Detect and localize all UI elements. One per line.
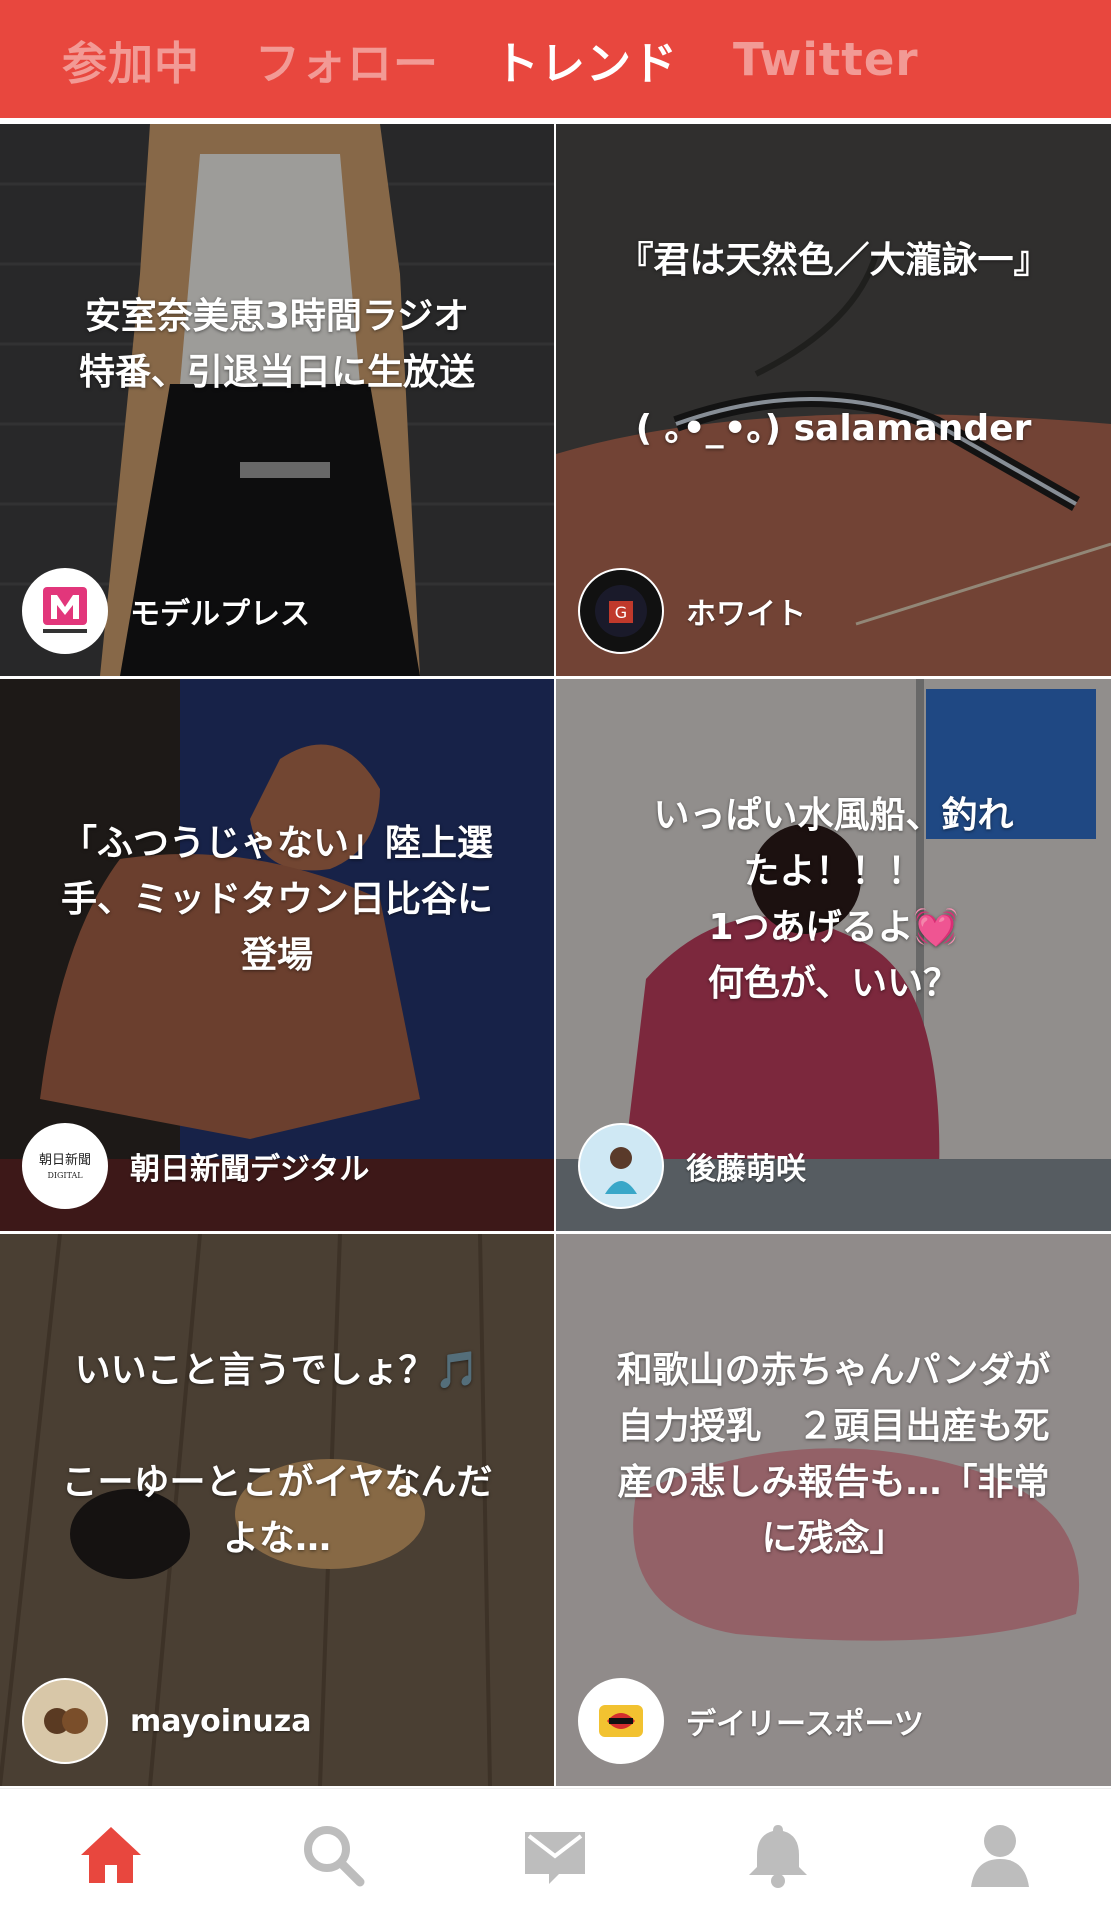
- card-title: いっぱい水風船、釣れ たよ！！！ 1つあげるよ💓 何色が、いい？: [653, 795, 1014, 1004]
- bottom-nav-bar: [0, 1788, 1111, 1920]
- card-source[interactable]: モデルプレス: [22, 568, 310, 654]
- card-title: 安室奈美恵3時間ラジオ 特番、引退当日に生放送: [78, 296, 475, 393]
- svg-text:G: G: [615, 603, 627, 622]
- user-avatar-icon: [578, 1123, 664, 1209]
- top-tab-bar: 参加中 フォロー トレンド Twitter: [0, 0, 1111, 118]
- source-name: 後藤萌咲: [686, 1152, 806, 1187]
- trend-card[interactable]: 『君は天然色／大瀧詠一』 ( ｡•_•｡) salamander G ホワイト: [556, 124, 1111, 676]
- source-name: デイリースポーツ: [686, 1707, 924, 1742]
- source-name: モデルプレス: [130, 597, 310, 632]
- card-source[interactable]: mayoinuza: [22, 1678, 311, 1764]
- nav-search[interactable]: [288, 1810, 378, 1900]
- tab-participating[interactable]: 参加中: [62, 27, 200, 92]
- card-source[interactable]: 朝日新聞 DIGITAL 朝日新聞デジタル: [22, 1123, 369, 1209]
- card-title: 『君は天然色／大瀧詠一』 ( ｡•_•｡) salamander: [617, 240, 1050, 449]
- trend-card[interactable]: いっぱい水風船、釣れ たよ！！！ 1つあげるよ💓 何色が、いい？ 後藤萌咲: [556, 679, 1111, 1231]
- card-title: いいこと言うでしょ？🎵 こーゆーとこがイヤなんだ よな…: [61, 1350, 493, 1559]
- tab-twitter[interactable]: Twitter: [733, 33, 918, 86]
- card-source[interactable]: 後藤萌咲: [578, 1123, 806, 1209]
- card-title: 和歌山の赤ちゃんパンダが 自力授乳 ２頭目出産も死 産の悲しみ報告も…「非常 に…: [616, 1350, 1051, 1559]
- source-name: mayoinuza: [130, 1703, 312, 1739]
- nav-profile[interactable]: [955, 1810, 1045, 1900]
- source-name: ホワイト: [686, 597, 806, 632]
- modelpress-logo-icon: [22, 568, 108, 654]
- user-avatar-icon: [22, 1678, 108, 1764]
- white-user-avatar-icon: G: [578, 568, 664, 654]
- trend-grid: 安室奈美恵3時間ラジオ 特番、引退当日に生放送 モデルプレス 『君は天然色／大瀧…: [0, 124, 1111, 1786]
- source-name: 朝日新聞デジタル: [130, 1152, 370, 1187]
- tab-following[interactable]: フォロー: [255, 27, 439, 92]
- home-icon: [81, 1826, 142, 1883]
- trend-card[interactable]: 「ふつうじゃない」陸上選 手、ミッドタウン日比谷に 登場 朝日新聞 DIGITA…: [0, 679, 554, 1231]
- card-title: 「ふつうじゃない」陸上選 手、ミッドタウン日比谷に 登場: [60, 823, 493, 976]
- trend-card[interactable]: いいこと言うでしょ？🎵 こーゆーとこがイヤなんだ よな… mayoinuza: [0, 1234, 554, 1786]
- search-icon: [304, 1825, 365, 1886]
- asahi-digital-logo-icon: 朝日新聞 DIGITAL: [22, 1123, 108, 1209]
- nav-notifications[interactable]: [733, 1810, 823, 1900]
- nav-messages[interactable]: [510, 1810, 600, 1900]
- nav-home[interactable]: [66, 1810, 156, 1900]
- svg-text:DIGITAL: DIGITAL: [47, 1171, 83, 1180]
- trend-card[interactable]: 安室奈美恵3時間ラジオ 特番、引退当日に生放送 モデルプレス: [0, 124, 554, 676]
- trend-card[interactable]: 和歌山の赤ちゃんパンダが 自力授乳 ２頭目出産も死 産の悲しみ報告も…「非常 に…: [556, 1234, 1111, 1786]
- bell-icon: [748, 1824, 807, 1888]
- tab-trend[interactable]: トレンド: [494, 27, 678, 92]
- mail-icon: [525, 1831, 586, 1884]
- card-source[interactable]: G ホワイト: [578, 568, 806, 654]
- card-source[interactable]: デイリースポーツ: [578, 1678, 924, 1764]
- profile-icon: [970, 1824, 1029, 1887]
- daily-sports-logo-icon: [578, 1678, 664, 1764]
- svg-text:朝日新聞: 朝日新聞: [39, 1152, 91, 1168]
